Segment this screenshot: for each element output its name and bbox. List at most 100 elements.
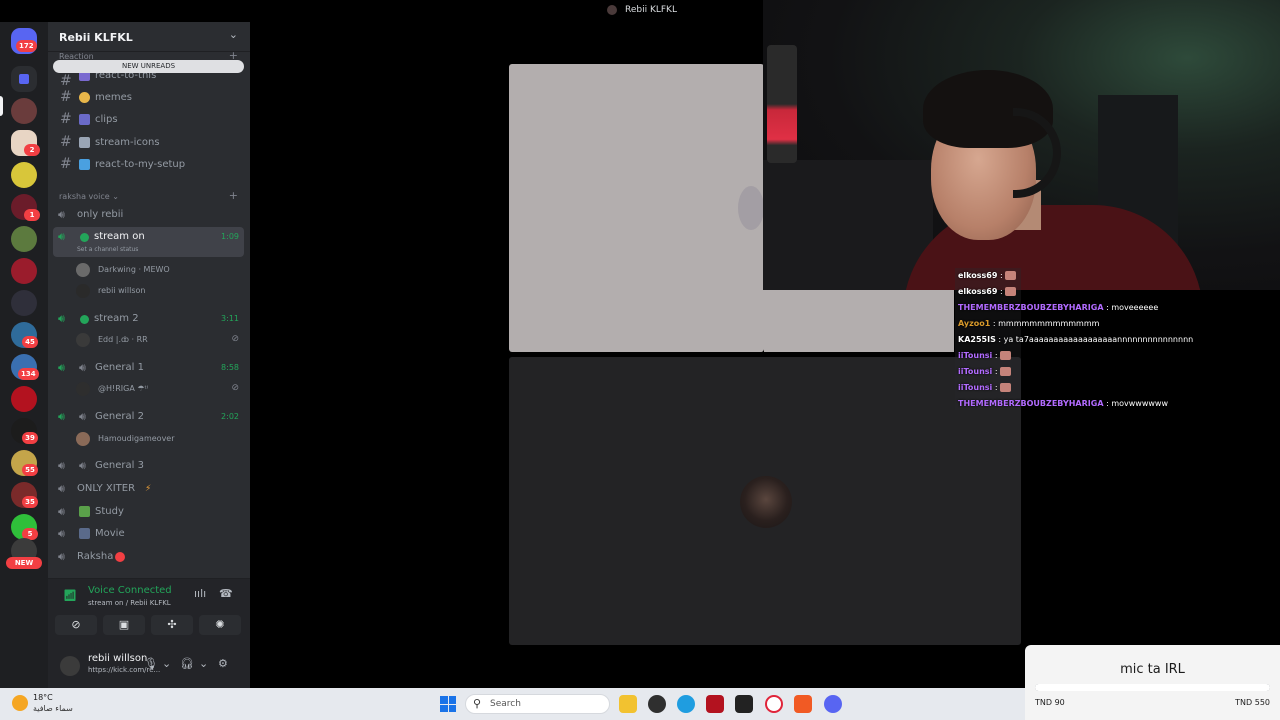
headphones-icon[interactable]: 🎧︎ [180,657,194,670]
speaker-icon: 🔊︎ [79,459,86,472]
member-extra: MEWO [143,265,170,274]
server-icon[interactable] [11,162,37,188]
voice-status[interactable]: Voice Connected [88,585,172,596]
brave-icon[interactable] [794,695,812,713]
weather-sun-icon[interactable] [12,695,28,711]
computer-icon [79,159,90,170]
channel-memes[interactable]: # memes [53,88,244,108]
share-screen-button[interactable]: ▣ [103,615,145,635]
activities-button[interactable]: ✣ [151,615,193,635]
speaker-icon: 🔊︎ [58,361,65,374]
voice-channel-only-xiter[interactable]: 🔊︎ ONLY XITER ⚡ [53,479,244,499]
file-explorer-icon[interactable] [619,695,637,713]
soundboard-button[interactable]: ✺ [199,615,241,635]
avatar[interactable] [60,656,80,676]
hashtag-icon: # [60,156,72,172]
new-badge: NEW [6,557,42,569]
windows-taskbar: 18°C سماء صافية ⚲ Search [0,688,1025,720]
channel-stream-icons[interactable]: # stream-icons [53,133,244,153]
voice-category-label[interactable]: raksha voice ⌄ [59,192,119,201]
signal-icon: 📶︎ [63,589,77,602]
voice-channel-general-3[interactable]: 🔊︎ 🔊︎ General 3 [53,456,244,476]
user-panel: rebii willson https://kick.com/re... 🎙︎ … [48,648,250,688]
gear-icon[interactable]: ⚙ [218,657,228,670]
room-shelf [763,160,933,290]
opera-icon[interactable] [765,695,783,713]
discord-icon[interactable] [824,695,842,713]
chevron-down-icon: ⌄ [228,28,238,41]
webcam-feed [763,0,1280,290]
user-name[interactable]: rebii willson [88,653,147,664]
voice-channel-link[interactable]: stream on / Rebii KLFKL [88,599,171,607]
chat-username: iiTounsi [958,367,993,376]
voice-member[interactable]: rebii willson [76,282,241,300]
microphone-icon[interactable]: 🎙︎ [144,657,158,670]
voice-member[interactable]: Darkwing · MEWO [76,261,241,279]
deafened-icon: ⊘ [231,383,239,393]
hashtag-icon: # [60,89,72,105]
voice-channel-stream-on[interactable]: 🔊︎ stream on 1:09 Set a channel status [53,227,244,257]
rgb-light [767,45,797,163]
voice-channel-study[interactable]: 🔊︎ Study [53,502,244,522]
channel-react-to-my-setup[interactable]: # react-to-my-setup [53,155,244,175]
speaker-icon: 🔊︎ [58,312,65,325]
server-badge: 1 [24,209,40,221]
chat-username: KA255IS [958,335,996,344]
channel-name: ONLY XITER [77,483,136,494]
voice-channel-movie[interactable]: 🔊︎ Movie [53,524,244,544]
server-icon[interactable] [11,290,37,316]
server-name: Rebii KLFKL [59,31,133,44]
voice-member[interactable]: Edd |.ȸ · RR ⊘ [76,331,241,349]
hashtag-icon: # [60,134,72,150]
chat-emote-icon [1005,271,1017,280]
app-icon[interactable] [735,695,753,713]
stream-tile[interactable] [509,64,764,352]
folder-icon[interactable] [11,66,37,92]
server-icon[interactable] [11,386,37,412]
goal-title: mic ta IRL [1120,662,1185,677]
voice-member[interactable]: @H!RIGA ☂ᵗⁱ ⊘ [76,380,241,398]
chat-username: iiTounsi [958,351,993,360]
search-icon: ⚲ [473,697,482,710]
windows-start-icon[interactable] [440,696,456,712]
member-name: Hamoudigameover [98,434,175,443]
chevron-down-icon[interactable]: ⌄ [199,657,208,670]
server-icon[interactable] [11,226,37,252]
server-icon[interactable] [11,98,37,124]
chat-emote-icon [1000,367,1012,376]
channel-clips[interactable]: # clips [53,110,244,130]
channel-duration: 1:09 [221,232,239,241]
weather-description: سماء صافية [33,704,73,713]
chat-message: iiTounsi : [958,367,1012,377]
chat-message: KA255IS : ya ta7aaaaaaaaaaaaaaaaaannnnnn… [958,335,1194,344]
taskbar-search[interactable]: ⚲ Search [465,694,610,714]
noise-suppression-icon[interactable]: ıılı [194,587,206,600]
headset [1013,108,1061,198]
voice-channel-general-2[interactable]: 🔊︎ 🔊︎ General 2 2:02 [53,407,244,427]
add-voice-channel-icon[interactable]: + [229,189,238,202]
edge-icon[interactable] [677,695,695,713]
voice-channel-stream-2[interactable]: 🔊︎ stream 2 3:11 [53,309,244,329]
camera-toggle-button[interactable]: ⊘ [55,615,97,635]
weather-temperature[interactable]: 18°C [33,693,53,702]
voice-channel-raksha[interactable]: 🔊︎ Raksha [53,547,244,567]
chevron-down-icon[interactable]: ⌄ [162,657,171,670]
chat-username: THEMEMBERZBOUBZEBYHARIGA [958,399,1104,408]
voicemeeter-icon[interactable] [706,695,724,713]
search-placeholder: Search [490,699,521,709]
voice-channel-general-1[interactable]: 🔊︎ 🔊︎ General 1 8:58 [53,358,244,378]
new-unreads-banner[interactable]: NEW UNREADS [53,60,244,73]
speaker-icon: 🔊︎ [58,230,65,243]
voice-member[interactable]: Hamoudigameover [76,430,241,448]
server-icon[interactable] [11,258,37,284]
channel-name: clips [95,114,118,125]
clapper-icon [79,114,90,125]
server-avatar-icon [607,5,617,15]
obs-icon[interactable] [648,695,666,713]
server-header[interactable]: Rebii KLFKL ⌄ [48,22,250,52]
speaker-icon: 🔊︎ [58,550,65,563]
voice-channel-only-rebii[interactable]: 🔊︎ only rebii [53,205,244,225]
blocked-icon [115,552,125,562]
disconnect-icon[interactable]: ☎︎ [219,587,233,600]
channel-status[interactable]: Set a channel status [77,246,138,253]
